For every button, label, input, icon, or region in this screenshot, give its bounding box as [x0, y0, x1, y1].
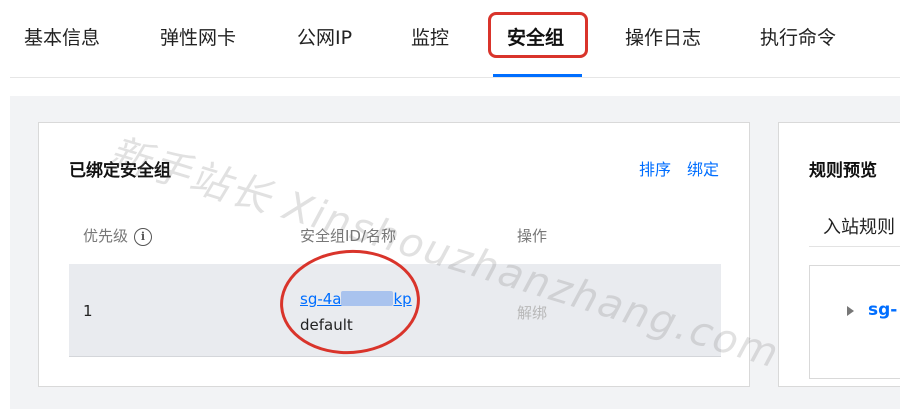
tab-divider [10, 77, 900, 78]
tab-monitoring[interactable]: 监控 [411, 22, 449, 54]
bind-link[interactable]: 绑定 [687, 156, 719, 180]
tab-basic-info[interactable]: 基本信息 [24, 22, 100, 54]
tab-execute-command[interactable]: 执行命令 [760, 22, 836, 54]
unbind-button[interactable]: 解绑 [517, 302, 547, 323]
sort-link[interactable]: 排序 [639, 156, 671, 180]
rule-preview-card: 规则预览 入站规则 sg- [778, 122, 900, 387]
expand-caret-icon[interactable] [847, 306, 854, 316]
column-header-operation: 操作 [517, 227, 548, 245]
annotation-highlight-box [488, 12, 588, 58]
column-header-priority-label: 优先级 [83, 227, 129, 245]
card-title: 已绑定安全组 [69, 161, 171, 181]
content-left-gutter [0, 96, 10, 409]
info-icon[interactable]: i [134, 227, 153, 246]
row-divider [69, 356, 721, 357]
rule-preview-title: 规则预览 [809, 161, 877, 181]
preview-security-group-link[interactable]: sg- [868, 300, 897, 320]
cell-priority: 1 [83, 302, 93, 320]
bound-security-group-card: 已绑定安全组 排序 绑定 优先级 i 安全组ID/名称 操作 1 sg-4a kp … [38, 122, 750, 387]
tab-public-ip[interactable]: 公网IP [297, 22, 352, 54]
column-header-sg-id-name: 安全组ID/名称 [300, 227, 397, 245]
rule-preview-list: sg- [809, 265, 900, 379]
tab-operation-log[interactable]: 操作日志 [625, 22, 701, 54]
tab-inbound-rules[interactable]: 入站规则 [809, 205, 900, 247]
tab-elastic-nic[interactable]: 弹性网卡 [160, 22, 236, 54]
column-header-priority: 优先级 i [83, 225, 153, 246]
tab-bar: 基本信息 弹性网卡 公网IP 监控 安全组 操作日志 执行命令 [0, 0, 900, 78]
